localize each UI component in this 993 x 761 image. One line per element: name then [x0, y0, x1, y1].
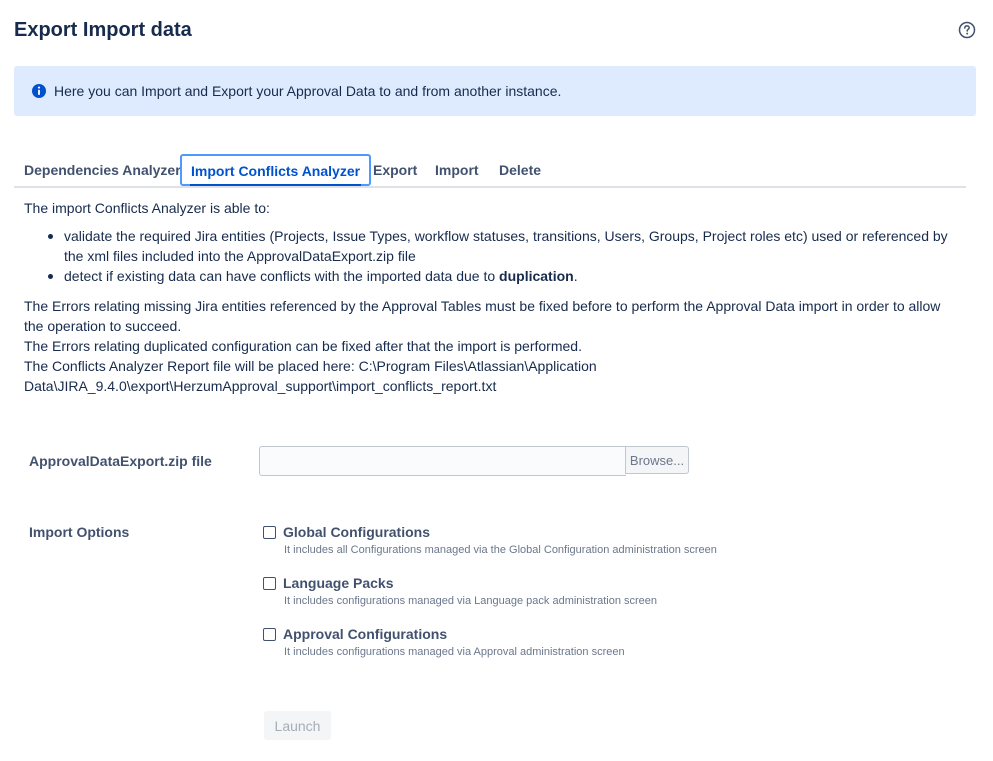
global-configurations-checkbox[interactable] [263, 526, 276, 539]
list-item: validate the required Jira entities (Pro… [44, 226, 964, 266]
help-icon[interactable] [958, 21, 976, 39]
tab-export[interactable]: Export [373, 154, 417, 184]
tab-bar: Dependencies Analyzer Import Conflicts A… [14, 154, 966, 188]
info-icon [31, 83, 47, 99]
tab-import-conflicts-analyzer[interactable]: Import Conflicts Analyzer [180, 154, 372, 186]
tab-import[interactable]: Import [435, 154, 479, 184]
file-path-input[interactable] [259, 446, 626, 476]
browse-button[interactable]: Browse... [625, 446, 689, 474]
tab-dependencies-analyzer[interactable]: Dependencies Analyzer [24, 154, 181, 184]
approval-configurations-label[interactable]: Approval Configurations [283, 626, 447, 642]
report-path-note: The Conflicts Analyzer Report file will … [24, 358, 597, 394]
file-field-label: ApprovalDataExport.zip file [29, 453, 212, 469]
global-configurations-description: It includes all Configurations managed v… [284, 544, 717, 556]
global-configurations-label[interactable]: Global Configurations [283, 524, 430, 540]
launch-button[interactable]: Launch [264, 711, 331, 740]
duplicated-config-note: The Errors relating duplicated configura… [24, 338, 582, 354]
import-options-label: Import Options [29, 524, 130, 540]
language-packs-checkbox[interactable] [263, 577, 276, 590]
emphasis-text: duplication [499, 268, 574, 284]
missing-entities-note: The Errors relating missing Jira entitie… [24, 298, 941, 334]
description-block: The Errors relating missing Jira entitie… [24, 296, 959, 396]
approval-configurations-description: It includes configurations managed via A… [284, 646, 625, 658]
tab-delete[interactable]: Delete [499, 154, 541, 184]
language-packs-description: It includes configurations managed via L… [284, 595, 658, 607]
approval-configurations-checkbox[interactable] [263, 628, 276, 641]
page-title: Export Import data [14, 19, 192, 41]
info-banner-text: Here you can Import and Export your Appr… [54, 83, 562, 99]
language-packs-label[interactable]: Language Packs [283, 575, 394, 591]
intro-text: The import Conflicts Analyzer is able to… [24, 200, 270, 216]
capabilities-list: validate the required Jira entities (Pro… [44, 226, 964, 286]
info-banner: Here you can Import and Export your Appr… [14, 66, 976, 116]
list-item: detect if existing data can have conflic… [44, 266, 964, 286]
